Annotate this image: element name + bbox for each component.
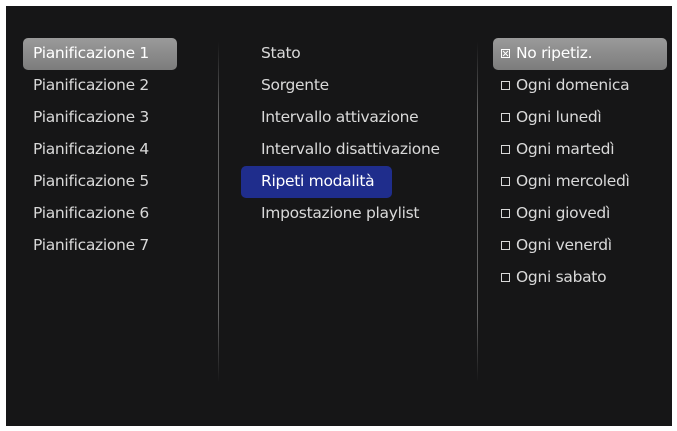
repeat-option-saturday[interactable]: Ogni sabato <box>493 262 667 294</box>
setting-item-impostazione-playlist[interactable]: Impostazione playlist <box>241 198 463 230</box>
schedule-item-label: Pianificazione 6 <box>33 204 149 222</box>
setting-item-label: Stato <box>261 44 301 62</box>
repeat-option-label: Ogni venerdì <box>516 236 612 254</box>
checkbox-checked-icon <box>501 49 510 58</box>
repeat-option-label: Ogni sabato <box>516 268 607 286</box>
schedule-item-label: Pianificazione 4 <box>33 140 149 158</box>
repeat-options-list: No ripetiz. Ogni domenica Ogni lunedì Og… <box>493 38 667 294</box>
repeat-option-label: No ripetiz. <box>516 44 593 62</box>
schedule-item-2[interactable]: Pianificazione 2 <box>23 70 177 102</box>
setting-item-sorgente[interactable]: Sorgente <box>241 70 463 102</box>
schedule-list: Pianificazione 1 Pianificazione 2 Pianif… <box>23 38 177 262</box>
repeat-option-label: Ogni martedì <box>516 140 615 158</box>
repeat-option-label: Ogni domenica <box>516 76 630 94</box>
schedule-item-label: Pianificazione 2 <box>33 76 149 94</box>
osd-menu-screen: Pianificazione 1 Pianificazione 2 Pianif… <box>6 6 672 426</box>
repeat-option-label: Ogni lunedì <box>516 108 602 126</box>
setting-item-label: Ripeti modalità <box>261 172 375 190</box>
repeat-option-friday[interactable]: Ogni venerdì <box>493 230 667 262</box>
schedule-item-label: Pianificazione 1 <box>33 44 149 62</box>
setting-item-label: Sorgente <box>261 76 329 94</box>
checkbox-icon <box>501 241 510 250</box>
schedule-item-7[interactable]: Pianificazione 7 <box>23 230 177 262</box>
column-divider <box>477 42 478 382</box>
schedule-item-6[interactable]: Pianificazione 6 <box>23 198 177 230</box>
setting-item-label: Intervallo attivazione <box>261 108 419 126</box>
repeat-option-label: Ogni mercoledì <box>516 172 630 190</box>
setting-item-ripeti-modalita[interactable]: Ripeti modalità <box>241 166 392 198</box>
repeat-option-none[interactable]: No ripetiz. <box>493 38 667 70</box>
schedule-item-4[interactable]: Pianificazione 4 <box>23 134 177 166</box>
schedule-item-5[interactable]: Pianificazione 5 <box>23 166 177 198</box>
setting-item-label: Impostazione playlist <box>261 204 420 222</box>
checkbox-icon <box>501 209 510 218</box>
repeat-option-wednesday[interactable]: Ogni mercoledì <box>493 166 667 198</box>
column-divider <box>218 42 219 382</box>
repeat-option-tuesday[interactable]: Ogni martedì <box>493 134 667 166</box>
schedule-item-label: Pianificazione 7 <box>33 236 149 254</box>
checkbox-icon <box>501 145 510 154</box>
checkbox-icon <box>501 81 510 90</box>
schedule-item-label: Pianificazione 3 <box>33 108 149 126</box>
repeat-option-monday[interactable]: Ogni lunedì <box>493 102 667 134</box>
repeat-option-thursday[interactable]: Ogni giovedì <box>493 198 667 230</box>
schedule-item-label: Pianificazione 5 <box>33 172 149 190</box>
repeat-option-label: Ogni giovedì <box>516 204 610 222</box>
repeat-option-sunday[interactable]: Ogni domenica <box>493 70 667 102</box>
setting-item-intervallo-disattivazione[interactable]: Intervallo disattivazione <box>241 134 463 166</box>
checkbox-icon <box>501 177 510 186</box>
checkbox-icon <box>501 113 510 122</box>
schedule-item-1[interactable]: Pianificazione 1 <box>23 38 177 70</box>
checkbox-icon <box>501 273 510 282</box>
settings-list: Stato Sorgente Intervallo attivazione In… <box>241 38 463 230</box>
schedule-item-3[interactable]: Pianificazione 3 <box>23 102 177 134</box>
setting-item-stato[interactable]: Stato <box>241 38 463 70</box>
setting-item-intervallo-attivazione[interactable]: Intervallo attivazione <box>241 102 463 134</box>
setting-item-label: Intervallo disattivazione <box>261 140 440 158</box>
